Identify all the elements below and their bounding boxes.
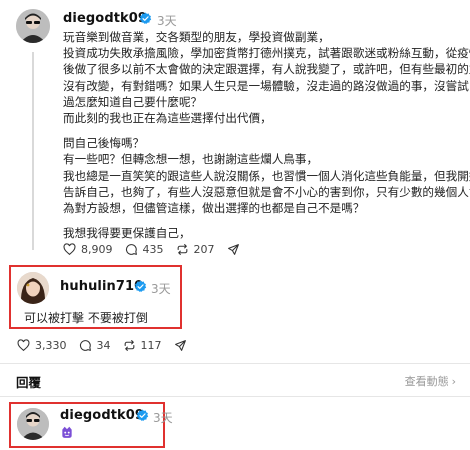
avatar-image [17, 272, 49, 304]
share-button[interactable] [227, 243, 245, 256]
avatar[interactable] [16, 9, 50, 43]
repost-icon [177, 244, 187, 255]
post-line: 後做了很多以前不太會做的決定跟選擇，有人說我變了，或許吧，但有些最初的並 [63, 62, 470, 77]
repost-count: 117 [140, 339, 162, 352]
avatar-image [17, 408, 49, 440]
heart-icon [63, 243, 76, 256]
post-line: 有一些吧？但轉念想一想，也謝謝這些爛人鳥事， [63, 152, 319, 167]
view-activity-link[interactable]: 查看動態 › [405, 373, 456, 389]
replies-label: 回覆 [16, 375, 42, 390]
post-line: 告訴自己，也夠了，有些人沒惡意但就是會不小心的害到你，只有少數的幾個人會 [63, 184, 470, 199]
like-button[interactable]: 8,909 [63, 243, 113, 256]
share-icon [174, 340, 186, 351]
reply-username[interactable]: huhulin710 [60, 279, 143, 294]
heart-icon [17, 339, 30, 352]
like-count: 8,909 [81, 243, 113, 256]
verified-icon [139, 12, 152, 24]
verified-icon [136, 409, 149, 421]
share-icon [227, 244, 239, 255]
repost-icon [124, 340, 134, 351]
reply-actions: 3,330 34 117 [17, 339, 204, 352]
reply-time: 3天 [153, 411, 173, 425]
comment-icon [79, 340, 91, 351]
chevron-right-icon: › [451, 374, 456, 388]
post-username[interactable]: diegodtk09 [63, 11, 147, 26]
comment-count: 435 [142, 243, 164, 256]
avatar[interactable] [17, 408, 49, 440]
post-line: 我也總是一直笑笑的跟這些人說沒關係，也習慣一個人消化這些負能量，但我開始 [63, 168, 470, 183]
avatar[interactable] [17, 272, 49, 304]
like-button[interactable]: 3,330 [17, 339, 67, 352]
avatar-image [16, 9, 50, 43]
like-count: 3,330 [35, 339, 67, 352]
repost-button[interactable]: 117 [123, 339, 162, 352]
comment-button[interactable]: 34 [79, 339, 111, 352]
reply-username[interactable]: diegodtk09 [60, 408, 144, 423]
post-line: 而此刻的我也正在為這些選擇付出代價， [63, 111, 272, 126]
comment-count: 34 [96, 339, 111, 352]
post-line: 問自己後悔嗎？ [63, 136, 145, 151]
repost-button[interactable]: 207 [176, 243, 215, 256]
post-time: 3天 [157, 14, 177, 28]
divider [0, 396, 470, 397]
reply-time: 3天 [151, 282, 171, 296]
post-line: 投資成功失敗承擔風險，學加密貨幣打德州撲克，試著跟歌迷或粉絲互動，從疫情 [63, 46, 470, 61]
post-line: 沒有改變，有對錯嗎？如果人生只是一場體驗，沒走過的路沒做過的事，沒嘗試 [63, 78, 469, 93]
purple-emoji-icon [62, 426, 72, 438]
post-line: 為對方設想，但儘管這樣，做出選擇的也都是自己不是嗎？ [63, 201, 365, 216]
post-line: 過怎麼知道自己要什麼呢？ [63, 94, 203, 109]
post-line: 我想我得要更保護自己， [63, 226, 191, 241]
comment-icon [125, 244, 137, 255]
post-actions: 8,909 435 207 [63, 243, 257, 256]
post-body: 玩音樂到做音業，交各類型的朋友，學投資做副業， 投資成功失敗承擔風險，學加密貨幣… [63, 29, 470, 241]
comment-button[interactable]: 435 [125, 243, 164, 256]
verified-icon [134, 280, 147, 292]
post-line: 玩音樂到做音業，交各類型的朋友，學投資做副業， [63, 30, 330, 44]
divider [0, 363, 470, 364]
repost-count: 207 [193, 243, 215, 256]
share-button[interactable] [174, 339, 192, 352]
thread-line [32, 52, 34, 250]
view-activity-label: 查看動態 [404, 375, 449, 388]
reply-text: 可以被打擊 不要被打倒 [24, 311, 148, 325]
